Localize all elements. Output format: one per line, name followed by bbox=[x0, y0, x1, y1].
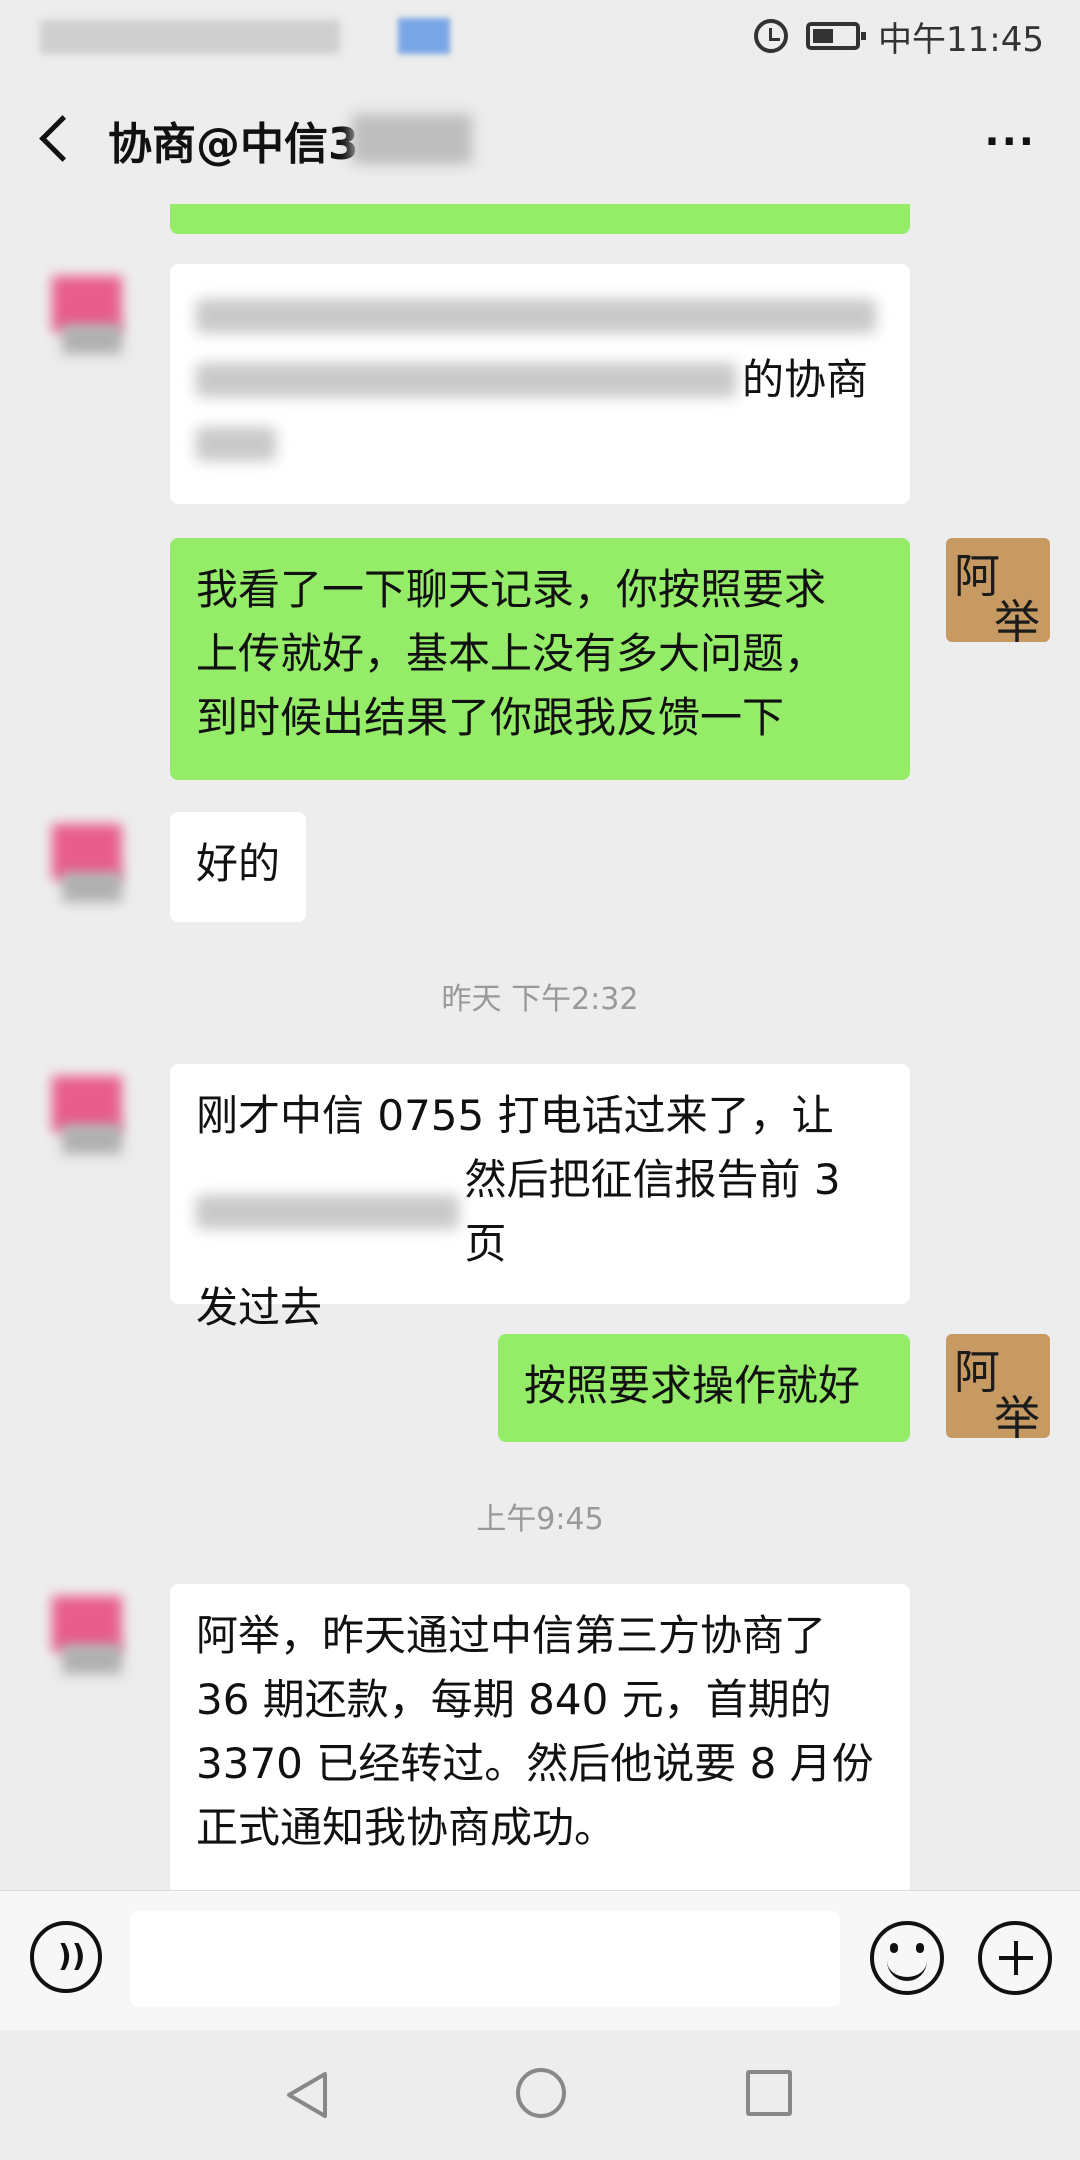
status-right-group: 中午11:45 bbox=[754, 14, 1044, 60]
message-line: 正式通知我协商成功。 bbox=[196, 1803, 617, 1852]
status-bar: 中午11:45 bbox=[0, 0, 1080, 72]
contact-avatar[interactable] bbox=[34, 1064, 138, 1168]
status-notifications-blurred bbox=[40, 20, 340, 54]
message-line: 上传就好，基本上没有多大问题， bbox=[196, 629, 827, 678]
contact-avatar[interactable] bbox=[34, 812, 138, 916]
chat-title-blurred-part bbox=[352, 114, 472, 164]
chat-header: 协商@中信3 ··· bbox=[0, 72, 1080, 204]
system-nav-bar bbox=[0, 2030, 1080, 2160]
message-text: 的协商 bbox=[742, 355, 869, 404]
avatar-char: 举 bbox=[994, 595, 1040, 642]
message-bubble-incoming[interactable]: 阿举，昨天通过中信第三方协商了 36 期还款，每期 840 元，首期的 3370… bbox=[170, 1584, 910, 1890]
message-bubble-incoming[interactable]: 的协商 bbox=[170, 264, 910, 504]
message-line: 36 期还款，每期 840 元，首期的 bbox=[196, 1675, 832, 1724]
message-bubble-outgoing[interactable]: 我看了一下聊天记录，你按照要求 上传就好，基本上没有多大问题， 到时候出结果了你… bbox=[170, 538, 910, 780]
timestamp: 上午9:45 bbox=[476, 1502, 604, 1537]
emoji-icon[interactable] bbox=[870, 1921, 944, 1995]
nav-home-icon[interactable] bbox=[516, 2068, 566, 2118]
contact-avatar[interactable] bbox=[34, 264, 138, 368]
message-line: 3370 已经转过。然后他说要 8 月份 bbox=[196, 1739, 874, 1788]
message-bubble-outgoing[interactable]: 按照要求操作就好 bbox=[498, 1334, 910, 1442]
blurred-text bbox=[196, 427, 276, 461]
blurred-text bbox=[196, 363, 736, 397]
message-line: 阿举，昨天通过中信第三方协商了 bbox=[196, 1611, 827, 1660]
nav-recent-apps-icon[interactable] bbox=[746, 2070, 792, 2116]
chat-title: 协商@中信3 bbox=[108, 119, 359, 170]
blurred-text bbox=[196, 1195, 459, 1229]
timestamp: 昨天 下午2:32 bbox=[441, 982, 639, 1017]
my-avatar[interactable]: 阿 举 bbox=[946, 1334, 1050, 1438]
battery-icon bbox=[806, 22, 867, 50]
message-input[interactable] bbox=[130, 1911, 840, 2007]
message-bubble-incoming[interactable]: 刚才中信 0755 打电话过来了，让 然后把征信报告前 3 页 发过去 bbox=[170, 1064, 910, 1332]
message-line: 发过去 bbox=[196, 1283, 323, 1332]
message-text: 好的 bbox=[196, 839, 281, 888]
message-line: 到时候出结果了你跟我反馈一下 bbox=[196, 693, 785, 742]
avatar-char: 举 bbox=[994, 1391, 1040, 1438]
nav-back-icon[interactable] bbox=[285, 2070, 329, 2120]
chat-area[interactable]: 的协商 阿 举 我看了一下聊天记录，你按照要求 上传就好，基本上没有多大问题， … bbox=[0, 204, 1080, 1890]
status-app-icon-blurred bbox=[398, 18, 450, 54]
more-options-icon[interactable]: ··· bbox=[984, 122, 1036, 162]
alarm-icon bbox=[754, 19, 789, 53]
my-avatar[interactable]: 阿 举 bbox=[946, 538, 1050, 642]
blurred-text bbox=[196, 299, 876, 333]
back-arrow-icon[interactable] bbox=[36, 112, 76, 164]
message-line: 然后把征信报告前 3 页 bbox=[464, 1155, 841, 1268]
message-line: 我看了一下聊天记录，你按照要求 bbox=[196, 565, 827, 614]
message-text: 按照要求操作就好 bbox=[524, 1361, 861, 1410]
plus-icon[interactable] bbox=[978, 1921, 1052, 1995]
message-bubble-outgoing-partial bbox=[170, 204, 910, 234]
message-line: 刚才中信 0755 打电话过来了，让 bbox=[196, 1091, 834, 1140]
message-bubble-incoming[interactable]: 好的 bbox=[170, 812, 307, 922]
voice-input-icon[interactable]: )) bbox=[30, 1921, 102, 1993]
status-time: 中午11:45 bbox=[878, 19, 1044, 60]
input-bar: )) bbox=[0, 1890, 1080, 2030]
contact-avatar[interactable] bbox=[34, 1584, 138, 1688]
